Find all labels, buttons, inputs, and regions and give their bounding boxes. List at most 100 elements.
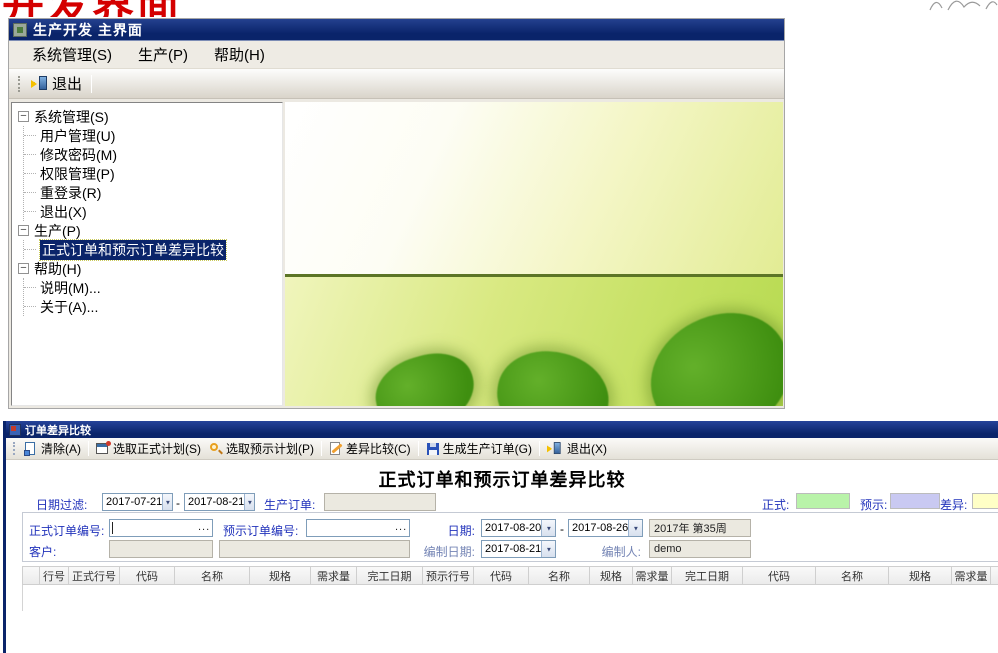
grid-header-qty[interactable]: 需求量 xyxy=(952,566,991,585)
exit-button-label: 退出 xyxy=(52,73,82,94)
tree-node-production[interactable]: 生产(P) xyxy=(18,221,282,240)
order-date-from-combo[interactable]: 2017-08-20 xyxy=(481,519,556,537)
menu-system-management[interactable]: 系统管理(S) xyxy=(19,40,125,69)
navigation-tree: 系统管理(S) 用户管理(U) 修改密码(M) 权限管理(P) 重登录(R) 退… xyxy=(11,102,283,406)
tree-item-user-management[interactable]: 用户管理(U) xyxy=(24,126,282,145)
formal-order-label: 正式订单编号: xyxy=(29,522,104,539)
customer-name-field xyxy=(219,540,410,558)
exit-button[interactable]: 退出 xyxy=(26,71,87,96)
leaf-shape xyxy=(632,294,783,406)
grid-header-forecast-rowno[interactable]: 预示行号 xyxy=(423,566,474,585)
tree-collapse-icon[interactable] xyxy=(18,225,29,236)
grid-header-finish-date[interactable]: 完工日期 xyxy=(991,566,998,585)
tree-item-instructions[interactable]: 说明(M)... xyxy=(24,278,282,297)
grid-header-name[interactable]: 名称 xyxy=(175,566,250,585)
compare-toolbar: 清除(A) 选取正式计划(S) 选取预示计划(P) 差异比较(C) 生成生产订单… xyxy=(6,438,998,460)
grid-left-edge xyxy=(22,585,23,611)
formal-order-browse-button[interactable]: ... xyxy=(198,521,210,533)
order-date-to-combo[interactable]: 2017-08-26 xyxy=(568,519,643,537)
chevron-down-icon[interactable] xyxy=(541,520,555,536)
grid-header-spec[interactable]: 规格 xyxy=(889,566,952,585)
tree-collapse-icon[interactable] xyxy=(18,263,29,274)
grid-header-code[interactable]: 代码 xyxy=(474,566,529,585)
chevron-down-icon[interactable] xyxy=(244,494,254,510)
order-form-groupbox: 正式订单编号: ... 预示订单编号: ... 日期: 2017-08-20 -… xyxy=(22,512,998,562)
legend-formal-swatch xyxy=(796,493,850,509)
filter-date-to-combo[interactable]: 2017-08-21 xyxy=(184,493,255,511)
diff-compare-button[interactable]: 差异比较(C) xyxy=(325,439,415,458)
tree-node-system[interactable]: 系统管理(S) xyxy=(18,107,282,126)
exit-door-icon xyxy=(547,442,561,455)
filter-date-from-combo[interactable]: 2017-07-21 xyxy=(102,493,173,511)
magnifier-icon xyxy=(209,442,223,456)
toolbar-gripper[interactable] xyxy=(18,76,21,92)
grid-header-finish-date[interactable]: 完工日期 xyxy=(672,566,743,585)
range-dash: - xyxy=(176,496,180,510)
compare-window-body: 正式订单和预示订单差异比较 日期过滤: 2017-07-21 - 2017-08… xyxy=(6,460,998,653)
tree-node-label: 帮助(H) xyxy=(34,259,81,279)
tree-node-help[interactable]: 帮助(H) xyxy=(18,259,282,278)
production-order-input[interactable] xyxy=(324,493,436,511)
grid-header-qty[interactable]: 需求量 xyxy=(633,566,672,585)
grid-header-finish-date[interactable]: 完工日期 xyxy=(357,566,423,585)
tree-collapse-icon[interactable] xyxy=(18,111,29,122)
tree-node-label: 生产(P) xyxy=(34,221,81,241)
tree-item-exit[interactable]: 退出(X) xyxy=(24,202,282,221)
select-forecast-plan-button[interactable]: 选取预示计划(P) xyxy=(205,439,318,458)
compare-window-app-icon xyxy=(9,424,21,436)
tree-item-change-password[interactable]: 修改密码(M) xyxy=(24,145,282,164)
background-leaf-image xyxy=(285,102,783,406)
save-disk-icon xyxy=(426,442,440,456)
generate-production-order-button[interactable]: 生成生产订单(G) xyxy=(422,439,536,458)
prepared-date-combo[interactable]: 2017-08-21 xyxy=(481,540,556,558)
customer-code-field xyxy=(109,540,213,558)
grid-header-spec[interactable]: 规格 xyxy=(250,566,311,585)
grid-header-spec[interactable]: 规格 xyxy=(590,566,633,585)
toolbar-separator xyxy=(88,441,89,456)
prepared-by-label: 编制人: xyxy=(579,543,641,560)
main-window-app-icon xyxy=(13,23,27,37)
chevron-down-icon[interactable] xyxy=(162,494,172,510)
main-window-titlebar[interactable]: 生产开发 主界面 xyxy=(9,19,784,41)
toolbar-gripper[interactable] xyxy=(13,442,16,455)
exit-button[interactable]: 退出(X) xyxy=(543,439,611,458)
filter-row: 日期过滤: 2017-07-21 - 2017-08-21 生产订单: 正式: … xyxy=(6,493,998,513)
grid-header-code[interactable]: 代码 xyxy=(120,566,175,585)
form-select-icon xyxy=(96,442,110,456)
tree-item-order-compare[interactable]: 正式订单和预示订单差异比较 xyxy=(24,240,282,259)
menu-help[interactable]: 帮助(H) xyxy=(201,40,278,69)
page-title: 正式订单和预示订单差异比较 xyxy=(6,466,998,492)
tree-item-relogin[interactable]: 重登录(R) xyxy=(24,183,282,202)
leaf-shape xyxy=(491,344,615,406)
main-window-body: 系统管理(S) 用户管理(U) 修改密码(M) 权限管理(P) 重登录(R) 退… xyxy=(9,100,784,408)
date-label: 日期: xyxy=(447,522,475,539)
grid-header-rowno[interactable]: 行号 xyxy=(40,566,69,585)
tree-item-about[interactable]: 关于(A)... xyxy=(24,297,282,316)
leaf-shape xyxy=(367,344,483,406)
menu-production[interactable]: 生产(P) xyxy=(125,40,201,69)
chevron-down-icon[interactable] xyxy=(541,541,555,557)
forecast-order-browse-button[interactable]: ... xyxy=(395,521,407,533)
grid-header-formal-rowno[interactable]: 正式行号 xyxy=(69,566,120,585)
toolbar-separator xyxy=(91,75,92,93)
main-menubar: 系统管理(S) 生产(P) 帮助(H) xyxy=(9,41,784,69)
grid-header-name[interactable]: 名称 xyxy=(529,566,590,585)
grid-header-qty[interactable]: 需求量 xyxy=(311,566,357,585)
select-formal-plan-button[interactable]: 选取正式计划(S) xyxy=(92,439,205,458)
grid-header-code[interactable]: 代码 xyxy=(743,566,816,585)
toolbar-separator xyxy=(418,441,419,456)
grid-header-indicator xyxy=(22,566,40,585)
legend-forecast-label: 预示: xyxy=(860,496,887,513)
forecast-order-label: 预示订单编号: xyxy=(223,522,298,539)
diff-grid-header: 行号 正式行号 代码 名称 规格 需求量 完工日期 预示行号 代码 名称 规格 … xyxy=(22,566,998,585)
tree-node-label: 系统管理(S) xyxy=(34,107,109,127)
legend-formal-label: 正式: xyxy=(762,496,789,513)
clear-button[interactable]: 清除(A) xyxy=(20,439,85,458)
grid-header-name[interactable]: 名称 xyxy=(816,566,889,585)
watermark-scribble xyxy=(928,0,998,12)
date-filter-label: 日期过滤: xyxy=(36,496,87,513)
compare-window-titlebar[interactable]: 订单差异比较 xyxy=(6,421,998,438)
week-field xyxy=(649,519,751,537)
chevron-down-icon[interactable] xyxy=(628,520,642,536)
tree-item-permission[interactable]: 权限管理(P) xyxy=(24,164,282,183)
